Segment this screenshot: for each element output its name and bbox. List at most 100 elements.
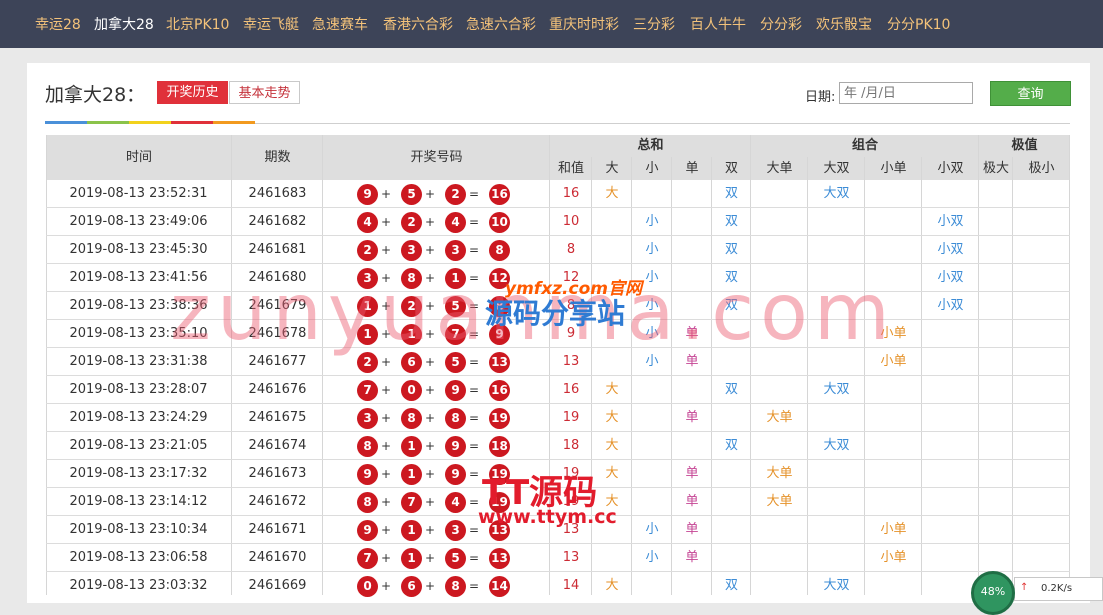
- cell-small-even: 小双: [937, 214, 964, 229]
- cell-extreme-big: [979, 264, 1013, 292]
- cell-small: [632, 376, 672, 404]
- number-ball: 8: [445, 576, 466, 597]
- table-row: 2019-08-13 23:03:32 2461669 0 +6 +8 = 14 14 大双大双: [46, 572, 1070, 600]
- cell-issue: 2461681: [248, 242, 307, 257]
- number-ball: 1: [401, 548, 422, 569]
- cell-even: 双: [724, 578, 738, 593]
- date-input[interactable]: [839, 82, 973, 104]
- cell-big-even: [808, 488, 865, 516]
- plus-sign: +: [380, 215, 392, 229]
- cell-extreme-big: [979, 320, 1013, 348]
- header-small-even: 小双: [922, 157, 979, 180]
- cell-even: [712, 516, 751, 544]
- cell-time: 2019-08-13 23:10:34: [69, 522, 208, 537]
- number-ball: 1: [401, 436, 422, 457]
- cell-extreme-small: [1013, 236, 1070, 264]
- tab-trend[interactable]: 基本走势: [229, 81, 300, 104]
- header-big: 大: [592, 157, 632, 180]
- cell-issue: 2461674: [248, 438, 307, 453]
- cell-big-even: [808, 236, 865, 264]
- equals-sign: =: [468, 243, 480, 257]
- cell-odd: 单: [685, 522, 699, 537]
- cell-time: 2019-08-13 23:28:07: [69, 382, 208, 397]
- cell-time: 2019-08-13 23:06:58: [69, 550, 208, 565]
- number-ball: 9: [445, 436, 466, 457]
- network-speed-widget[interactable]: ↑ 0.2K/s 48%: [971, 571, 1103, 615]
- plus-sign: +: [380, 467, 392, 481]
- nav-item-xingyun-feiting[interactable]: 幸运飞艇: [243, 0, 299, 48]
- result-ball: 14: [489, 576, 510, 597]
- cell-big-even: [808, 208, 865, 236]
- cell-extreme-big: [979, 376, 1013, 404]
- tab-history[interactable]: 开奖历史: [157, 81, 228, 104]
- cell-extreme-small: [1013, 432, 1070, 460]
- number-ball: 7: [401, 492, 422, 513]
- nav-item-chongqing-shishicai[interactable]: 重庆时时彩: [549, 0, 619, 48]
- number-ball: 8: [401, 408, 422, 429]
- plus-sign: +: [424, 551, 436, 565]
- cell-odd: [672, 208, 712, 236]
- cell-time: 2019-08-13 23:24:29: [69, 410, 208, 425]
- cell-big-even: 大双: [823, 382, 850, 397]
- nav-item-canada28[interactable]: 加拿大28: [94, 0, 154, 48]
- cell-time: 2019-08-13 23:52:31: [69, 186, 208, 201]
- header-extreme-group: 极值: [979, 135, 1070, 157]
- equals-sign: =: [468, 579, 480, 593]
- nav-item-xingyun28[interactable]: 幸运28: [35, 0, 81, 48]
- plus-sign: +: [424, 411, 436, 425]
- cell-issue: 2461669: [248, 578, 307, 593]
- header-small: 小: [632, 157, 672, 180]
- cell-extreme-small: [1013, 320, 1070, 348]
- number-ball: 3: [445, 520, 466, 541]
- nav-item-jisu-liuhecai[interactable]: 急速六合彩: [466, 0, 536, 48]
- cell-big: 大: [605, 410, 619, 425]
- number-ball: 6: [401, 576, 422, 597]
- cell-even: [712, 404, 751, 432]
- plus-sign: +: [380, 243, 392, 257]
- number-ball: 7: [357, 380, 378, 401]
- plus-sign: +: [380, 495, 392, 509]
- number-ball: 7: [357, 548, 378, 569]
- cell-extreme-small: [1013, 208, 1070, 236]
- cell-extreme-small: [1013, 404, 1070, 432]
- equals-sign: =: [468, 467, 480, 481]
- plus-sign: +: [424, 439, 436, 453]
- cell-big-even: [808, 516, 865, 544]
- cell-odd: [672, 376, 712, 404]
- equals-sign: =: [468, 439, 480, 453]
- tab-color-bar-1: [45, 121, 87, 124]
- header-even: 双: [712, 157, 751, 180]
- cell-big-odd: [751, 572, 808, 600]
- cell-even: 双: [724, 186, 738, 201]
- cell-small: [632, 404, 672, 432]
- tab-color-bar-2: [87, 121, 129, 124]
- cell-odd: [672, 432, 712, 460]
- cell-big-odd: [751, 376, 808, 404]
- cell-odd: [672, 180, 712, 208]
- cell-small-odd: [865, 236, 922, 264]
- number-ball: 9: [357, 520, 378, 541]
- number-ball: 0: [401, 380, 422, 401]
- plus-sign: +: [380, 187, 392, 201]
- cell-small-odd: 小单: [880, 550, 907, 565]
- plus-sign: +: [380, 579, 392, 593]
- nav-item-jisu-saiche[interactable]: 急速赛车: [312, 0, 368, 48]
- nav-item-huanle-shaibao[interactable]: 欢乐骰宝: [816, 0, 872, 48]
- cell-small: [632, 460, 672, 488]
- nav-item-beijing-pk10[interactable]: 北京PK10: [166, 0, 229, 48]
- cell-sum: 13: [562, 550, 580, 565]
- nav-item-bairen-niuniu[interactable]: 百人牛牛: [690, 0, 746, 48]
- nav-item-hk-liuhecai[interactable]: 香港六合彩: [383, 0, 453, 48]
- nav-item-fenfen-pk10[interactable]: 分分PK10: [887, 0, 950, 48]
- nav-item-fenfencai[interactable]: 分分彩: [760, 0, 802, 48]
- cell-extreme-small: [1013, 488, 1070, 516]
- nav-item-sanfencai[interactable]: 三分彩: [633, 0, 675, 48]
- cell-small-even: [922, 348, 979, 376]
- plus-sign: +: [424, 187, 436, 201]
- cell-big: 大: [605, 186, 619, 201]
- cell-extreme-small: [1013, 264, 1070, 292]
- watermark-logo2-url: www.ttym.cc: [478, 506, 617, 528]
- cell-small-even: [922, 432, 979, 460]
- query-button[interactable]: 查询: [990, 81, 1071, 106]
- result-ball: 10: [489, 212, 510, 233]
